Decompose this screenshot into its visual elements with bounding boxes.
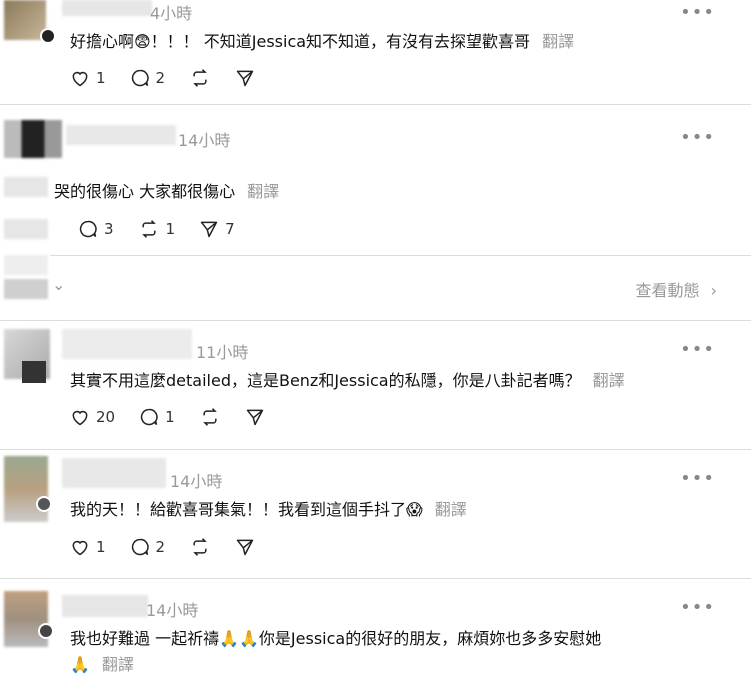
repost-icon bbox=[193, 69, 207, 87]
heart-icon bbox=[72, 71, 88, 87]
repost-icon bbox=[193, 538, 207, 556]
share-icon bbox=[236, 539, 254, 556]
translate-link[interactable]: 翻譯 bbox=[593, 371, 625, 390]
blurred-username bbox=[62, 458, 166, 488]
more-icon[interactable]: ••• bbox=[680, 339, 715, 360]
comment-icon bbox=[131, 538, 149, 556]
like-button[interactable]: 1 bbox=[70, 68, 106, 88]
post-text: 好擔心啊😨！！！ 不知道Jessica知不知道，有沒有去探望歡喜哥 翻譯 bbox=[70, 28, 574, 52]
post-time: 14小時 bbox=[146, 601, 199, 620]
post-2: 14小時 ••• 哭的很傷心 大家都很傷心 翻譯 3 1 7 ⌄ 查看動態 › bbox=[0, 105, 751, 320]
comment-count: 2 bbox=[155, 69, 166, 87]
post-text: 哭的很傷心 大家都很傷心 翻譯 bbox=[54, 178, 279, 202]
heart-icon bbox=[72, 540, 88, 556]
repost-button[interactable]: 1 bbox=[138, 219, 176, 239]
post-time: 14小時 bbox=[170, 472, 223, 491]
avatar-badge bbox=[38, 623, 54, 639]
more-icon[interactable]: ••• bbox=[680, 2, 715, 23]
like-count: 1 bbox=[96, 538, 106, 556]
post-actions: 20 1 bbox=[70, 407, 289, 427]
comment-button[interactable]: 2 bbox=[130, 537, 166, 557]
translate-link[interactable]: 翻譯 bbox=[542, 32, 574, 51]
comment-button[interactable]: 2 bbox=[130, 68, 166, 88]
avatar-badge bbox=[40, 28, 56, 44]
view-activity-label: 查看動態 bbox=[635, 281, 700, 300]
thread-blur-2 bbox=[4, 219, 48, 239]
post-text-line2: 🙏 翻譯 bbox=[70, 651, 134, 675]
post-text-body: 好擔心啊😨！！！ 不知道Jessica知不知道，有沒有去探望歡喜哥 bbox=[70, 32, 531, 51]
post-time: 11小時 bbox=[196, 343, 249, 362]
comment-button[interactable]: 1 bbox=[139, 407, 175, 427]
share-icon bbox=[236, 70, 254, 87]
avatar-badge bbox=[22, 361, 46, 383]
comment-count: 1 bbox=[165, 408, 175, 426]
thread-blur-1 bbox=[4, 177, 48, 197]
post-time: 14小時 bbox=[178, 131, 231, 150]
repost-button[interactable] bbox=[199, 407, 221, 427]
translate-link[interactable]: 翻譯 bbox=[435, 500, 467, 519]
repost-button[interactable] bbox=[189, 537, 211, 557]
blurred-username bbox=[62, 595, 148, 617]
repost-count: 1 bbox=[165, 220, 176, 238]
post-actions: 1 2 bbox=[70, 68, 279, 88]
chevron-down-icon[interactable]: ⌄ bbox=[52, 275, 65, 294]
share-button[interactable] bbox=[235, 68, 255, 88]
like-button[interactable]: 20 bbox=[70, 407, 115, 427]
repost-icon bbox=[141, 220, 156, 238]
post-text-body-2: 🙏 bbox=[70, 655, 90, 674]
more-icon[interactable]: ••• bbox=[680, 597, 715, 618]
post-5: 14小時 ••• 我也好難過 一起祈禱🙏🙏你是Jessica的很好的朋友，麻煩妳… bbox=[0, 579, 751, 684]
post-time: 4小時 bbox=[150, 4, 193, 23]
blurred-username bbox=[62, 0, 152, 16]
repost-button[interactable] bbox=[189, 68, 211, 88]
share-button[interactable]: 7 bbox=[199, 219, 235, 239]
repost-icon bbox=[202, 408, 217, 426]
more-icon[interactable]: ••• bbox=[680, 468, 715, 489]
translate-link[interactable]: 翻譯 bbox=[247, 182, 279, 201]
post-text-body: 哭的很傷心 大家都很傷心 bbox=[54, 182, 236, 201]
comment-icon bbox=[131, 69, 149, 87]
translate-link[interactable]: 翻譯 bbox=[102, 655, 134, 674]
share-icon bbox=[200, 221, 218, 238]
blurred-avatar bbox=[4, 456, 48, 522]
blurred-username bbox=[62, 329, 192, 359]
thread-blur-4 bbox=[4, 279, 48, 299]
post-actions: 1 2 bbox=[70, 537, 279, 557]
blurred-avatar bbox=[4, 591, 48, 647]
view-activity-link[interactable]: 查看動態 › bbox=[635, 277, 717, 301]
comment-count: 2 bbox=[155, 538, 166, 556]
thread-blur-3 bbox=[4, 255, 48, 275]
like-count: 1 bbox=[96, 69, 106, 87]
share-icon bbox=[246, 409, 263, 426]
comment-button[interactable]: 3 bbox=[78, 219, 114, 239]
inner-divider bbox=[50, 255, 751, 256]
share-button[interactable] bbox=[245, 407, 265, 427]
post-text-body: 我也好難過 一起祈禱🙏🙏你是Jessica的很好的朋友，麻煩妳也多多安慰她 bbox=[70, 629, 602, 648]
heart-icon bbox=[72, 410, 88, 426]
post-text: 我的天！！給歡喜哥集氣！！我看到這個手抖了😱 翻譯 bbox=[70, 496, 467, 520]
comment-icon bbox=[140, 408, 158, 426]
like-count: 20 bbox=[96, 408, 116, 426]
comment-icon bbox=[79, 220, 97, 238]
post-text: 其實不用這麼detailed，這是Benz和Jessica的私隱，你是八卦記者嗎… bbox=[70, 367, 625, 391]
blurred-username bbox=[66, 125, 176, 145]
like-button[interactable]: 1 bbox=[70, 537, 106, 557]
share-button[interactable] bbox=[235, 537, 255, 557]
post-actions: 3 1 7 bbox=[78, 219, 259, 239]
post-4: 14小時 ••• 我的天！！給歡喜哥集氣！！我看到這個手抖了😱 翻譯 1 2 bbox=[0, 450, 751, 578]
blurred-avatar bbox=[4, 120, 62, 158]
more-icon[interactable]: ••• bbox=[680, 127, 715, 148]
comment-count: 3 bbox=[104, 220, 114, 238]
post-text: 我也好難過 一起祈禱🙏🙏你是Jessica的很好的朋友，麻煩妳也多多安慰她 bbox=[70, 625, 601, 649]
post-3: 11小時 ••• 其實不用這麼detailed，這是Benz和Jessica的私… bbox=[0, 321, 751, 449]
chevron-right-icon: › bbox=[710, 281, 717, 300]
share-count: 7 bbox=[225, 220, 235, 238]
post-text-body: 我的天！！給歡喜哥集氣！！我看到這個手抖了😱 bbox=[70, 500, 423, 519]
avatar-badge bbox=[36, 496, 52, 512]
post-1: 4小時 ••• 好擔心啊😨！！！ 不知道Jessica知不知道，有沒有去探望歡喜… bbox=[0, 0, 751, 105]
post-text-body: 其實不用這麼detailed，這是Benz和Jessica的私隱，你是八卦記者嗎… bbox=[70, 371, 581, 390]
